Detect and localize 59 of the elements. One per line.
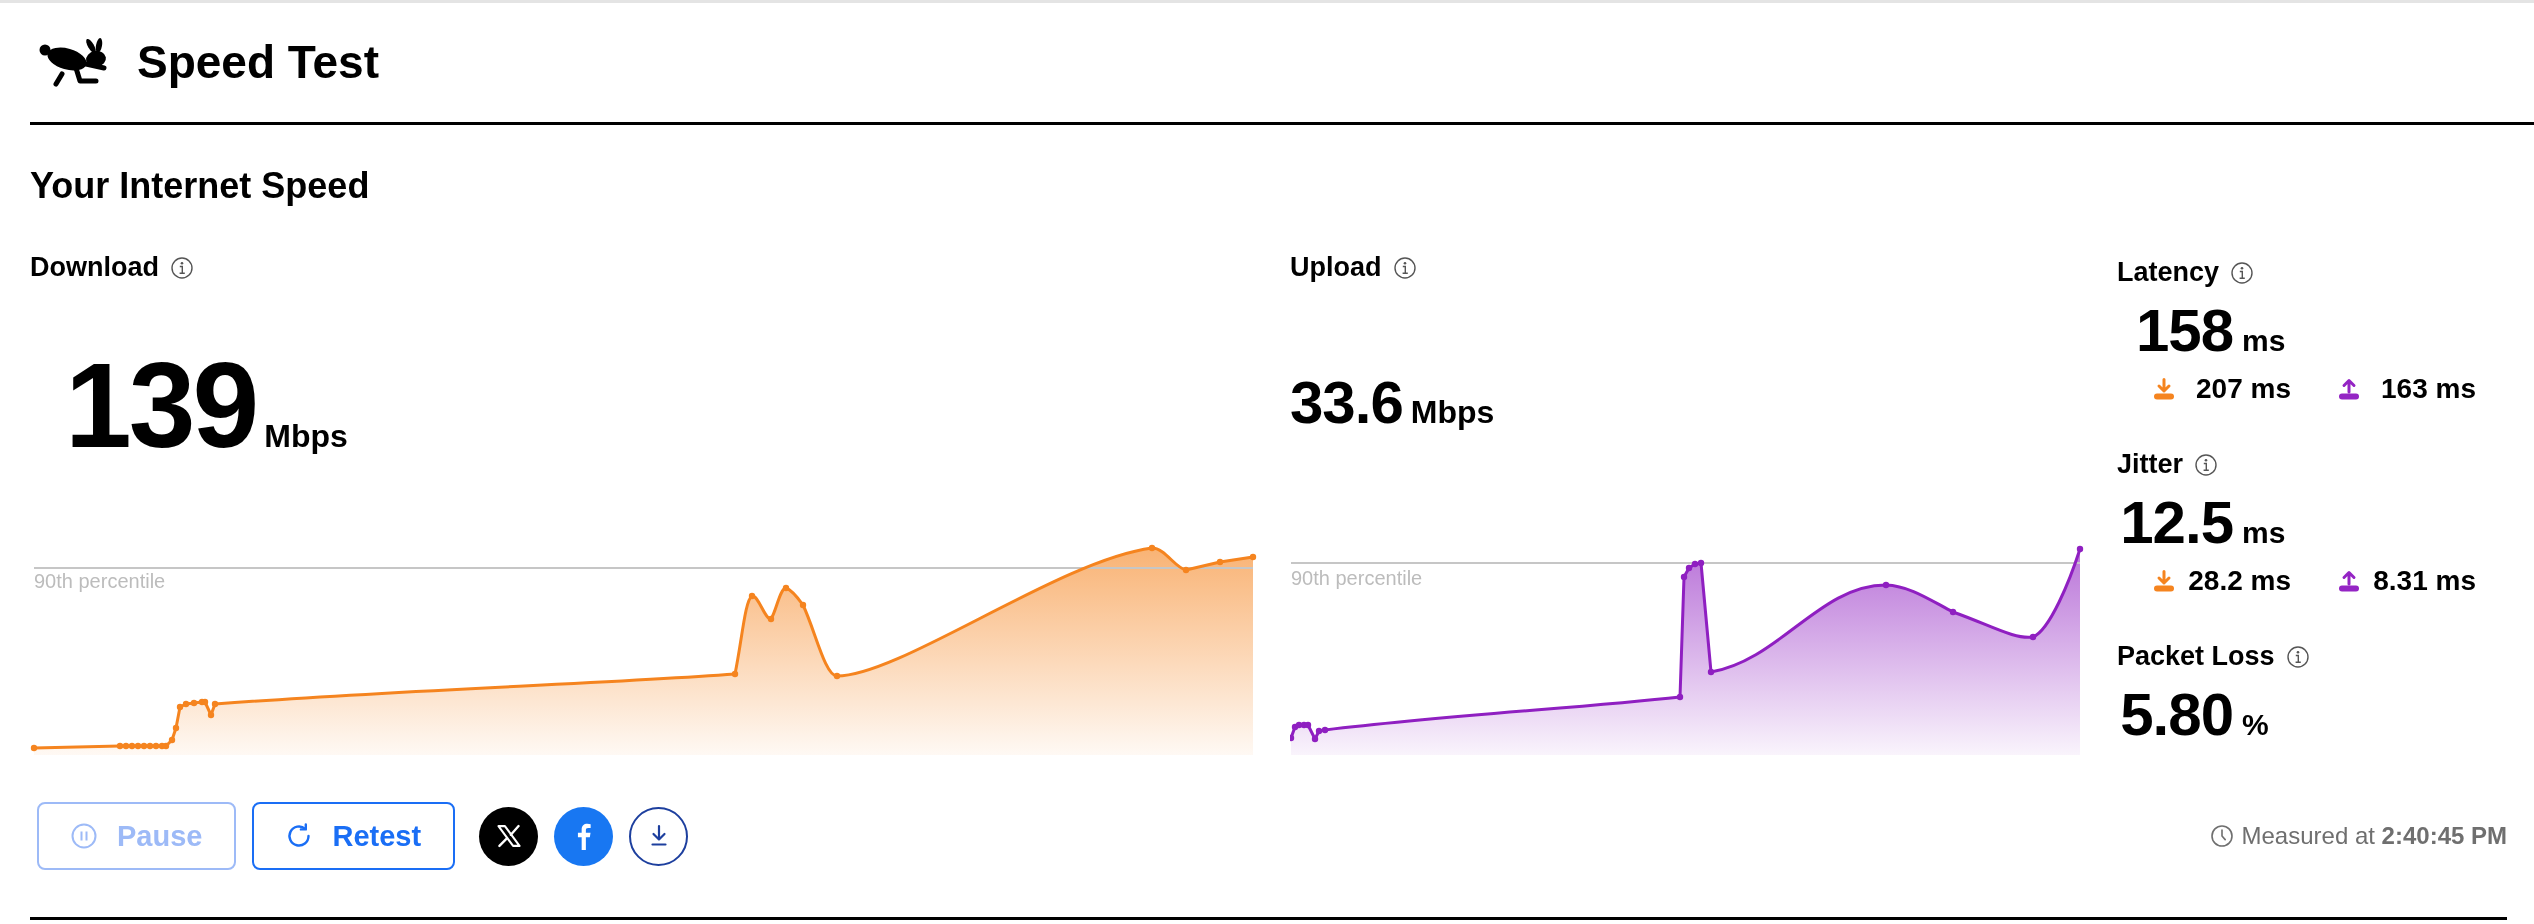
download-icon	[2153, 569, 2175, 592]
data-point	[1949, 608, 1957, 616]
data-point	[1882, 581, 1890, 589]
rabbit-icon	[38, 37, 110, 88]
data-point	[1148, 544, 1156, 552]
metric-label: Upload	[1290, 252, 1382, 283]
retest-button[interactable]: Retest	[252, 802, 456, 870]
data-point	[2029, 633, 2037, 641]
download-icon	[2153, 377, 2175, 400]
metric-sub-value: 28.2 ms	[2188, 565, 2291, 596]
percentile-label: 90th percentile	[1291, 567, 1423, 590]
data-point	[1182, 566, 1190, 574]
metric-sub-value: 163 ms	[2381, 373, 2476, 404]
metric-label: Latency	[2117, 257, 2220, 288]
info-icon[interactable]	[1393, 256, 1416, 279]
section-heading: Your Internet Speed	[30, 165, 370, 206]
percentile-label: 90th percentile	[34, 570, 166, 593]
metric-sub-value: 207 ms	[2196, 373, 2291, 404]
measured-time: Measured at 2:40:45 PM	[2241, 822, 2507, 850]
data-point	[207, 711, 215, 719]
data-point	[1676, 693, 1684, 701]
info-icon[interactable]	[2231, 261, 2254, 284]
speed-value: 33.6	[1290, 373, 1403, 433]
unit-label: ms	[2242, 516, 2286, 549]
data-point	[748, 592, 756, 600]
unit-label: Mbps	[264, 419, 348, 455]
metric-value: 12.5	[2120, 493, 2233, 553]
data-point	[211, 700, 219, 708]
upload-icon	[2338, 377, 2360, 400]
metric-value: 158	[2135, 301, 2233, 361]
upload-icon	[2338, 569, 2360, 592]
data-point	[1290, 734, 1295, 742]
speed-value: 139	[65, 345, 257, 465]
clock-icon	[2210, 825, 2233, 847]
info-icon[interactable]	[2195, 453, 2218, 476]
data-point	[767, 615, 775, 623]
data-point	[30, 744, 38, 752]
metric-label: Packet Loss	[2117, 641, 2275, 672]
data-point	[782, 584, 790, 592]
refresh-icon	[286, 823, 313, 849]
unit-label: %	[2242, 708, 2269, 741]
page-title: Speed Test	[137, 37, 379, 88]
data-point	[799, 601, 807, 609]
info-icon[interactable]	[2286, 645, 2309, 668]
data-point	[731, 670, 739, 678]
info-icon[interactable]	[171, 256, 193, 279]
pause-icon	[71, 823, 97, 849]
unit-label: ms	[2242, 324, 2286, 357]
metric-sub-value: 8.31 ms	[2373, 565, 2476, 596]
data-point	[1216, 558, 1224, 566]
data-point	[172, 724, 180, 732]
unit-label: Mbps	[1410, 395, 1495, 431]
metric-label: Download	[30, 252, 159, 283]
metric-value: 5.80	[2120, 685, 2233, 745]
metric-label: Jitter	[2117, 449, 2184, 480]
data-point	[2076, 545, 2084, 553]
data-point	[1249, 553, 1257, 561]
data-point	[833, 672, 841, 680]
data-point	[1707, 668, 1715, 676]
